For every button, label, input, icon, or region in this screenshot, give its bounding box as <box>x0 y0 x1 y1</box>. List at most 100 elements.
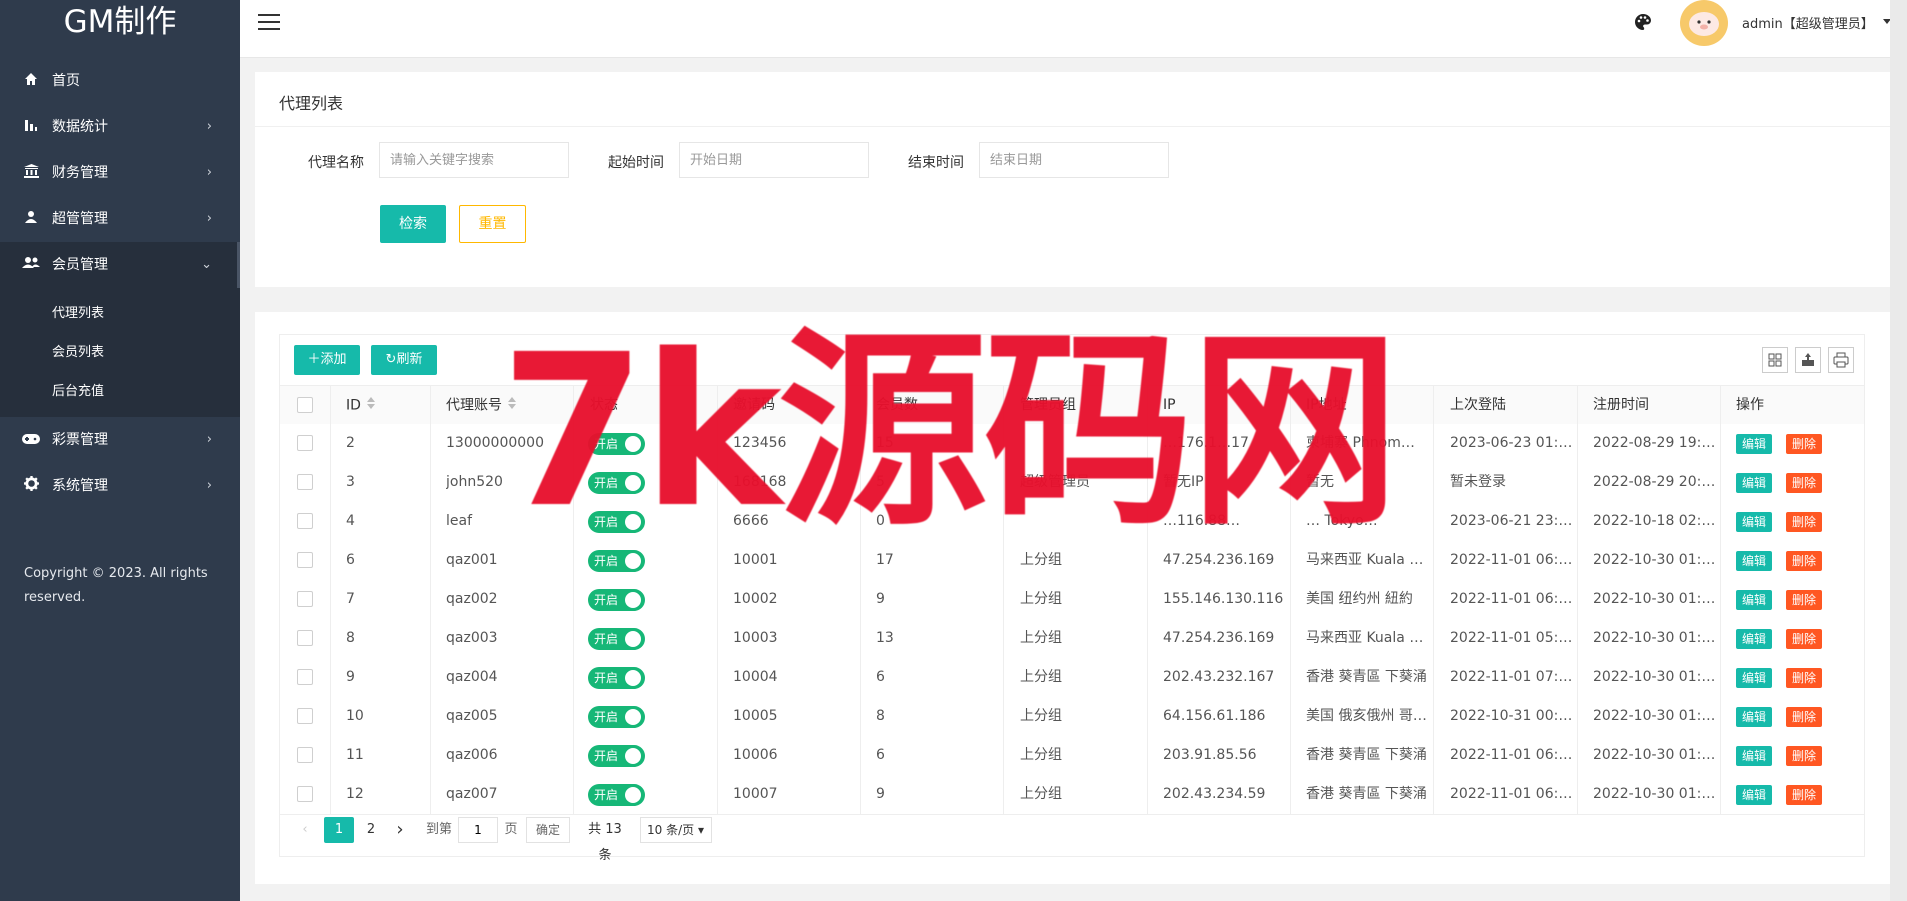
delete-button[interactable]: 删除 <box>1786 434 1822 454</box>
delete-button[interactable]: 删除 <box>1786 629 1822 649</box>
refresh-button[interactable]: ↻刷新 <box>371 345 437 375</box>
sidebar-item-label: 数据统计 <box>52 119 108 135</box>
delete-button[interactable]: 删除 <box>1786 707 1822 727</box>
col-id[interactable]: ID <box>346 386 375 425</box>
status-toggle[interactable]: 开启 <box>588 706 645 728</box>
scrollbar[interactable] <box>1890 0 1907 901</box>
agent-name-input[interactable] <box>379 142 569 178</box>
plus-icon: ＋ <box>307 352 321 367</box>
sidebar-item-system[interactable]: 系统管理 › <box>0 463 240 509</box>
reset-button[interactable]: 重置 <box>459 205 526 243</box>
print-icon[interactable] <box>1828 347 1854 373</box>
cell-reg: 2022-08-29 19:01 <box>1593 435 1716 451</box>
sidebar-item-label: 系统管理 <box>52 478 108 494</box>
row-checkbox[interactable] <box>297 552 313 568</box>
sidebar-subitem-agent-list[interactable]: 代理列表 <box>0 294 240 333</box>
edit-button[interactable]: 编辑 <box>1736 629 1772 649</box>
edit-button[interactable]: 编辑 <box>1736 746 1772 766</box>
delete-button[interactable]: 删除 <box>1786 473 1822 493</box>
edit-button[interactable]: 编辑 <box>1736 707 1772 727</box>
total-count: 共 13 条 <box>588 822 622 863</box>
edit-button[interactable]: 编辑 <box>1736 551 1772 571</box>
sidebar-item-finance[interactable]: 财务管理 › <box>0 150 240 196</box>
export-icon[interactable] <box>1795 347 1821 373</box>
delete-button[interactable]: 删除 <box>1786 590 1822 610</box>
page-2[interactable]: 2 <box>356 817 386 843</box>
avatar[interactable] <box>1680 0 1728 46</box>
members-subnav: 代理列表 会员列表 后台充值 <box>0 288 240 417</box>
row-checkbox[interactable] <box>297 708 313 724</box>
status-toggle[interactable]: 开启 <box>588 628 645 650</box>
col-actions: 操作 <box>1736 397 1764 413</box>
row-checkbox[interactable] <box>297 513 313 529</box>
cell-status: 开启 <box>574 619 697 658</box>
row-checkbox[interactable] <box>297 747 313 763</box>
cell-status: 开启 <box>574 736 697 775</box>
chevron-right-icon: › <box>206 478 212 493</box>
sidebar-item-label: 财务管理 <box>52 165 108 181</box>
edit-button[interactable]: 编辑 <box>1736 668 1772 688</box>
sidebar-item-label: 会员管理 <box>52 257 108 273</box>
row-checkbox[interactable] <box>297 669 313 685</box>
delete-button[interactable]: 删除 <box>1786 668 1822 688</box>
status-toggle[interactable]: 开启 <box>588 667 645 689</box>
palette-icon[interactable] <box>1634 13 1654 33</box>
sidebar-item-statistics[interactable]: 数据统计 › <box>0 104 240 150</box>
cell-account: qaz005 <box>446 708 498 724</box>
page-1[interactable]: 1 <box>324 817 354 843</box>
cell-actions: 编辑 删除 <box>1720 658 1828 697</box>
sidebar-item-super-admin[interactable]: 超管管理 › <box>0 196 240 242</box>
delete-button[interactable]: 删除 <box>1786 785 1822 805</box>
goto-page-input[interactable] <box>458 817 498 843</box>
page-title: 代理列表 <box>279 94 344 113</box>
sidebar-item-home[interactable]: 首页 <box>0 58 240 104</box>
row-checkbox[interactable] <box>297 786 313 802</box>
edit-button[interactable]: 编辑 <box>1736 512 1772 532</box>
edit-button[interactable]: 编辑 <box>1736 434 1772 454</box>
cell-members: 6 <box>876 669 885 685</box>
cell-members: 6 <box>876 747 885 763</box>
sidebar: GM制作 首页 数据统计 › 财务管理 › 超管管理 › 会员管理 ⌄ 代理列表… <box>0 0 240 901</box>
sidebar-item-members[interactable]: 会员管理 ⌄ <box>0 242 240 288</box>
prev-page-icon[interactable]: ‹ <box>298 817 312 843</box>
status-toggle[interactable]: 开启 <box>588 784 645 806</box>
cell-last: 2023-06-23 01:02 <box>1450 435 1573 451</box>
start-date-input[interactable] <box>679 142 869 178</box>
end-date-input[interactable] <box>979 142 1169 178</box>
next-page-icon[interactable]: › <box>390 817 410 843</box>
cell-account: qaz006 <box>446 747 498 763</box>
row-checkbox[interactable] <box>297 474 313 490</box>
edit-button[interactable]: 编辑 <box>1736 473 1772 493</box>
sidebar-item-label: 超管管理 <box>52 211 108 227</box>
status-toggle[interactable]: 开启 <box>588 745 645 767</box>
sidebar-item-lottery[interactable]: 彩票管理 › <box>0 417 240 463</box>
edit-button[interactable]: 编辑 <box>1736 785 1772 805</box>
user-name[interactable]: admin【超级管理员】 <box>1742 13 1874 32</box>
cell-id: 2 <box>346 435 355 451</box>
cell-id: 9 <box>346 669 355 685</box>
cell-ip: 47.254.236.169 <box>1163 630 1275 646</box>
cell-code: 10005 <box>733 708 778 724</box>
search-button[interactable]: 检索 <box>380 205 446 243</box>
page-size-select[interactable]: 10 条/页 ▾ <box>640 817 712 843</box>
delete-button[interactable]: 删除 <box>1786 512 1822 532</box>
cell-account: qaz002 <box>446 591 498 607</box>
sidebar-subitem-member-list[interactable]: 会员列表 <box>0 333 240 372</box>
delete-button[interactable]: 删除 <box>1786 746 1822 766</box>
row-checkbox[interactable] <box>297 630 313 646</box>
menu-toggle-icon[interactable] <box>258 14 280 32</box>
cell-group: 上分组 <box>1020 747 1062 763</box>
sidebar-subitem-recharge[interactable]: 后台充值 <box>0 372 240 411</box>
add-button[interactable]: ＋添加 <box>294 345 360 375</box>
goto-confirm-button[interactable]: 确定 <box>526 817 570 843</box>
row-checkbox[interactable] <box>297 591 313 607</box>
delete-button[interactable]: 删除 <box>1786 551 1822 571</box>
table-row: 11 qaz006 开启 10006 6 上分组 203.91.85.56 香港 葵青區 下葵… <box>280 736 1864 776</box>
cell-location: 美国 纽约州 紐約 <box>1306 591 1413 607</box>
row-checkbox[interactable] <box>297 435 313 451</box>
columns-filter-icon[interactable] <box>1762 347 1788 373</box>
select-all-checkbox[interactable] <box>297 397 313 413</box>
edit-button[interactable]: 编辑 <box>1736 590 1772 610</box>
sort-icon[interactable] <box>366 386 375 425</box>
status-toggle[interactable]: 开启 <box>588 589 645 611</box>
